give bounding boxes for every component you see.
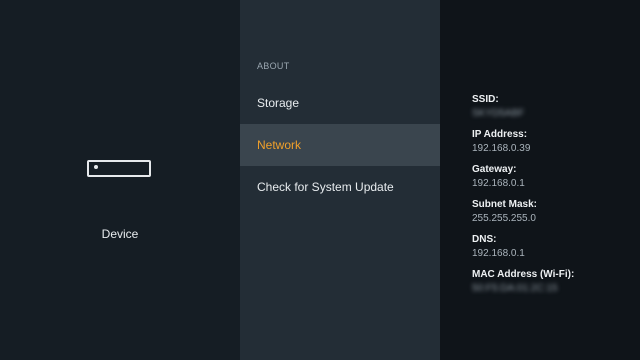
section-title: ABOUT bbox=[257, 61, 290, 71]
ip-address-value: 192.168.0.39 bbox=[472, 143, 531, 154]
subnet-mask-value: 255.255.255.0 bbox=[472, 213, 536, 224]
about-menu: ABOUT Storage Network Check for System U… bbox=[240, 0, 440, 360]
device-led bbox=[94, 165, 98, 169]
dns-label: DNS: bbox=[472, 234, 497, 245]
gateway-value: 192.168.0.1 bbox=[472, 178, 525, 189]
dns-value: 192.168.0.1 bbox=[472, 248, 525, 259]
ip-address-label: IP Address: bbox=[472, 129, 528, 140]
ssid-value: SKYD5ABF bbox=[472, 108, 525, 119]
menu-item-storage[interactable]: Storage bbox=[240, 82, 440, 124]
mac-address-label: MAC Address (Wi-Fi): bbox=[472, 269, 575, 280]
device-label: Device bbox=[101, 227, 139, 241]
gateway-label: Gateway: bbox=[472, 164, 517, 175]
network-info-pane: SSID: SKYD5ABF IP Address: 192.168.0.39 … bbox=[440, 0, 640, 360]
menu-item-network[interactable]: Network bbox=[240, 124, 440, 166]
subnet-mask-label: Subnet Mask: bbox=[472, 199, 538, 210]
device-pane: Device bbox=[0, 0, 240, 360]
mac-address-value: 50:F5:DA:01:2C:15 bbox=[472, 283, 558, 294]
ssid-label: SSID: bbox=[472, 94, 499, 105]
menu-item-system-update[interactable]: Check for System Update bbox=[240, 166, 440, 208]
streaming-device-icon bbox=[87, 160, 151, 177]
